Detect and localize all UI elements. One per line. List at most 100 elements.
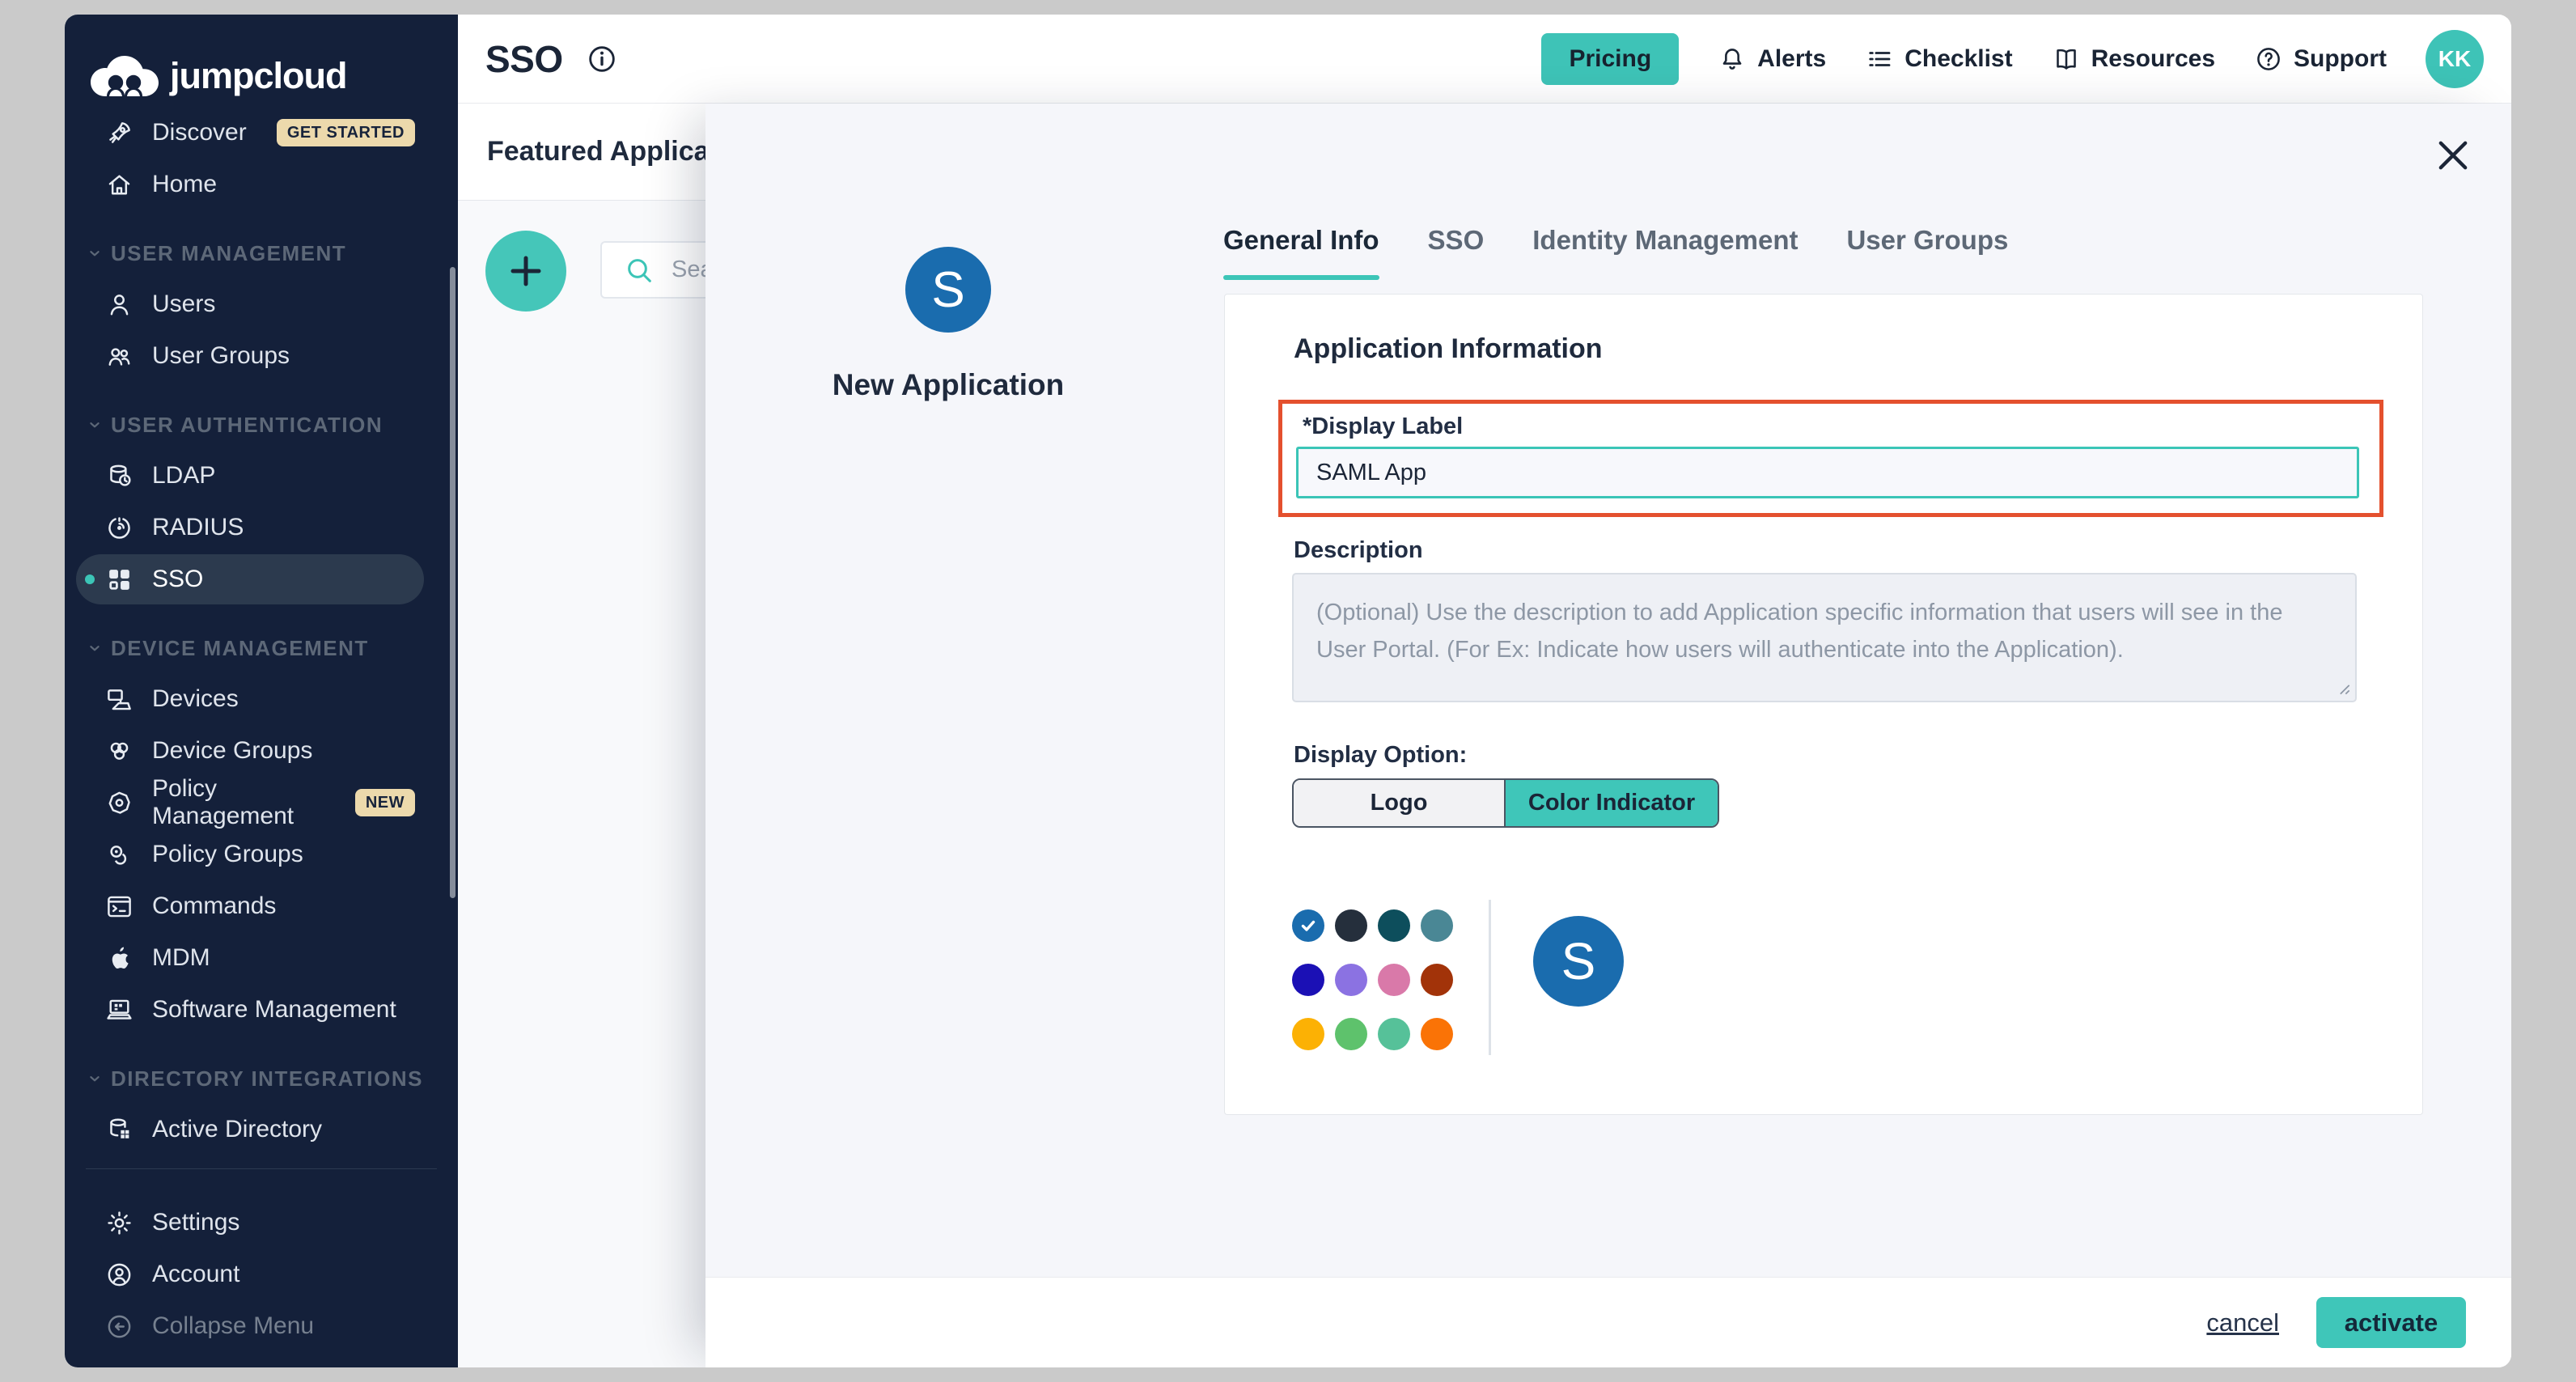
support-button[interactable]: Support [2254, 45, 2387, 74]
sidebar-item-label: MDM [152, 944, 210, 972]
sidebar-item-policy-management[interactable]: Policy Management NEW [65, 777, 458, 829]
color-preview-badge: S [1533, 916, 1624, 1007]
sidebar-item-policy-groups[interactable]: Policy Groups [65, 829, 458, 880]
sidebar-item-device-groups[interactable]: Device Groups [65, 725, 458, 777]
sidebar-item-collapse-menu[interactable]: Collapse Menu [65, 1300, 458, 1352]
page-title: SSO [485, 37, 563, 81]
check-icon [1299, 916, 1318, 935]
policy-groups-icon [104, 840, 134, 870]
color-swatch[interactable] [1421, 909, 1453, 942]
collapse-arrow-icon [104, 1312, 134, 1342]
resources-button[interactable]: Resources [2052, 45, 2215, 74]
sidebar-item-label: Policy Management [152, 775, 355, 830]
application-information-card: Application Information *Display Label D… [1224, 294, 2423, 1115]
user-group-icon [104, 341, 134, 371]
book-icon [2052, 45, 2081, 74]
sidebar-item-account[interactable]: Account [65, 1248, 458, 1300]
sidebar-item-settings[interactable]: Settings [65, 1197, 458, 1248]
plus-icon [503, 248, 549, 294]
checklist-icon [1865, 45, 1894, 74]
activate-button[interactable]: activate [2316, 1297, 2466, 1348]
terminal-icon [104, 892, 134, 922]
sidebar-item-label: RADIUS [152, 514, 244, 541]
description-textarea[interactable] [1292, 573, 2357, 702]
top-bar: SSO Pricing Alerts Checklist Resources S… [458, 15, 2511, 104]
info-icon[interactable] [586, 43, 618, 75]
sidebar-item-label: LDAP [152, 462, 215, 490]
sidebar-section-device-management[interactable]: DEVICE MANAGEMENT [65, 623, 458, 673]
sidebar-section-user-management[interactable]: USER MANAGEMENT [65, 228, 458, 278]
color-swatch[interactable] [1335, 1018, 1367, 1050]
color-swatch[interactable] [1292, 964, 1324, 996]
pricing-button[interactable]: Pricing [1541, 33, 1679, 85]
tab-general-info[interactable]: General Info [1223, 225, 1379, 280]
close-button[interactable] [2432, 134, 2474, 176]
sidebar-item-radius[interactable]: RADIUS [65, 502, 458, 553]
display-option-label: Display Option: [1294, 742, 1467, 769]
description-label: Description [1294, 537, 1423, 564]
application-name: New Application [705, 368, 1191, 402]
color-swatch-selected[interactable] [1292, 909, 1324, 942]
sidebar-item-users[interactable]: Users [65, 278, 458, 330]
gear-icon [104, 1208, 134, 1238]
support-label: Support [2294, 45, 2387, 73]
color-swatch[interactable] [1335, 964, 1367, 996]
color-swatch[interactable] [1421, 1018, 1453, 1050]
devices-icon [104, 685, 134, 714]
close-icon [2432, 134, 2474, 176]
color-swatch-grid [1292, 909, 1453, 1050]
color-indicator-option[interactable]: Color Indicator [1506, 780, 1718, 826]
section-title: USER AUTHENTICATION [111, 413, 383, 438]
sidebar-item-commands[interactable]: Commands [65, 880, 458, 932]
sidebar-item-label: User Groups [152, 342, 290, 370]
sidebar-item-label: Active Directory [152, 1116, 322, 1143]
color-swatch[interactable] [1421, 964, 1453, 996]
sidebar-section-directory-integrations[interactable]: DIRECTORY INTEGRATIONS [65, 1053, 458, 1104]
sidebar-item-user-groups[interactable]: User Groups [65, 330, 458, 382]
logo-option[interactable]: Logo [1294, 780, 1506, 826]
user-icon [104, 290, 134, 320]
sidebar-item-devices[interactable]: Devices [65, 673, 458, 725]
get-started-badge: GET STARTED [277, 119, 415, 146]
sidebar-item-active-directory[interactable]: Active Directory [65, 1104, 458, 1155]
new-application-panel: S New Application General Info SSO Ident… [705, 104, 2511, 1367]
color-swatch[interactable] [1378, 964, 1410, 996]
tab-sso[interactable]: SSO [1428, 225, 1485, 280]
preview-divider [1489, 900, 1491, 1055]
color-swatch[interactable] [1378, 909, 1410, 942]
apple-icon [104, 943, 134, 973]
display-label-input[interactable] [1296, 447, 2359, 498]
radar-icon [104, 513, 134, 543]
sidebar-item-sso[interactable]: SSO [65, 553, 458, 605]
sidebar-item-home[interactable]: Home [65, 159, 458, 210]
chevron-down-icon [86, 639, 104, 657]
sidebar-item-label: Home [152, 171, 217, 198]
chevron-down-icon [86, 244, 104, 262]
display-option-toggle: Logo Color Indicator [1292, 778, 1719, 828]
checklist-button[interactable]: Checklist [1865, 45, 2012, 74]
sidebar: jumpcloud Discover GET STARTED Home USER… [65, 15, 458, 1367]
jumpcloud-logo[interactable]: jumpcloud [65, 15, 458, 107]
alerts-button[interactable]: Alerts [1718, 45, 1826, 74]
cancel-button[interactable]: cancel [2206, 1308, 2279, 1337]
color-swatch[interactable] [1378, 1018, 1410, 1050]
tab-user-groups[interactable]: User Groups [1846, 225, 2008, 280]
sidebar-item-ldap[interactable]: LDAP [65, 450, 458, 502]
section-title: DEVICE MANAGEMENT [111, 636, 369, 661]
policy-icon [104, 788, 134, 818]
color-swatch[interactable] [1292, 1018, 1324, 1050]
color-swatch[interactable] [1335, 909, 1367, 942]
sidebar-section-user-authentication[interactable]: USER AUTHENTICATION [65, 400, 458, 450]
bell-icon [1718, 45, 1747, 74]
chevron-down-icon [86, 416, 104, 434]
add-application-button[interactable] [485, 231, 566, 312]
sidebar-item-discover[interactable]: Discover GET STARTED [65, 107, 458, 159]
user-avatar[interactable]: KK [2426, 30, 2484, 88]
sidebar-scrollbar[interactable] [450, 267, 455, 898]
jumpcloud-cloud-icon [87, 53, 162, 100]
sidebar-item-software-management[interactable]: Software Management [65, 984, 458, 1036]
sidebar-item-label: Settings [152, 1209, 239, 1236]
sidebar-item-mdm[interactable]: MDM [65, 932, 458, 984]
card-title: Application Information [1294, 333, 1603, 365]
tab-identity-management[interactable]: Identity Management [1532, 225, 1798, 280]
